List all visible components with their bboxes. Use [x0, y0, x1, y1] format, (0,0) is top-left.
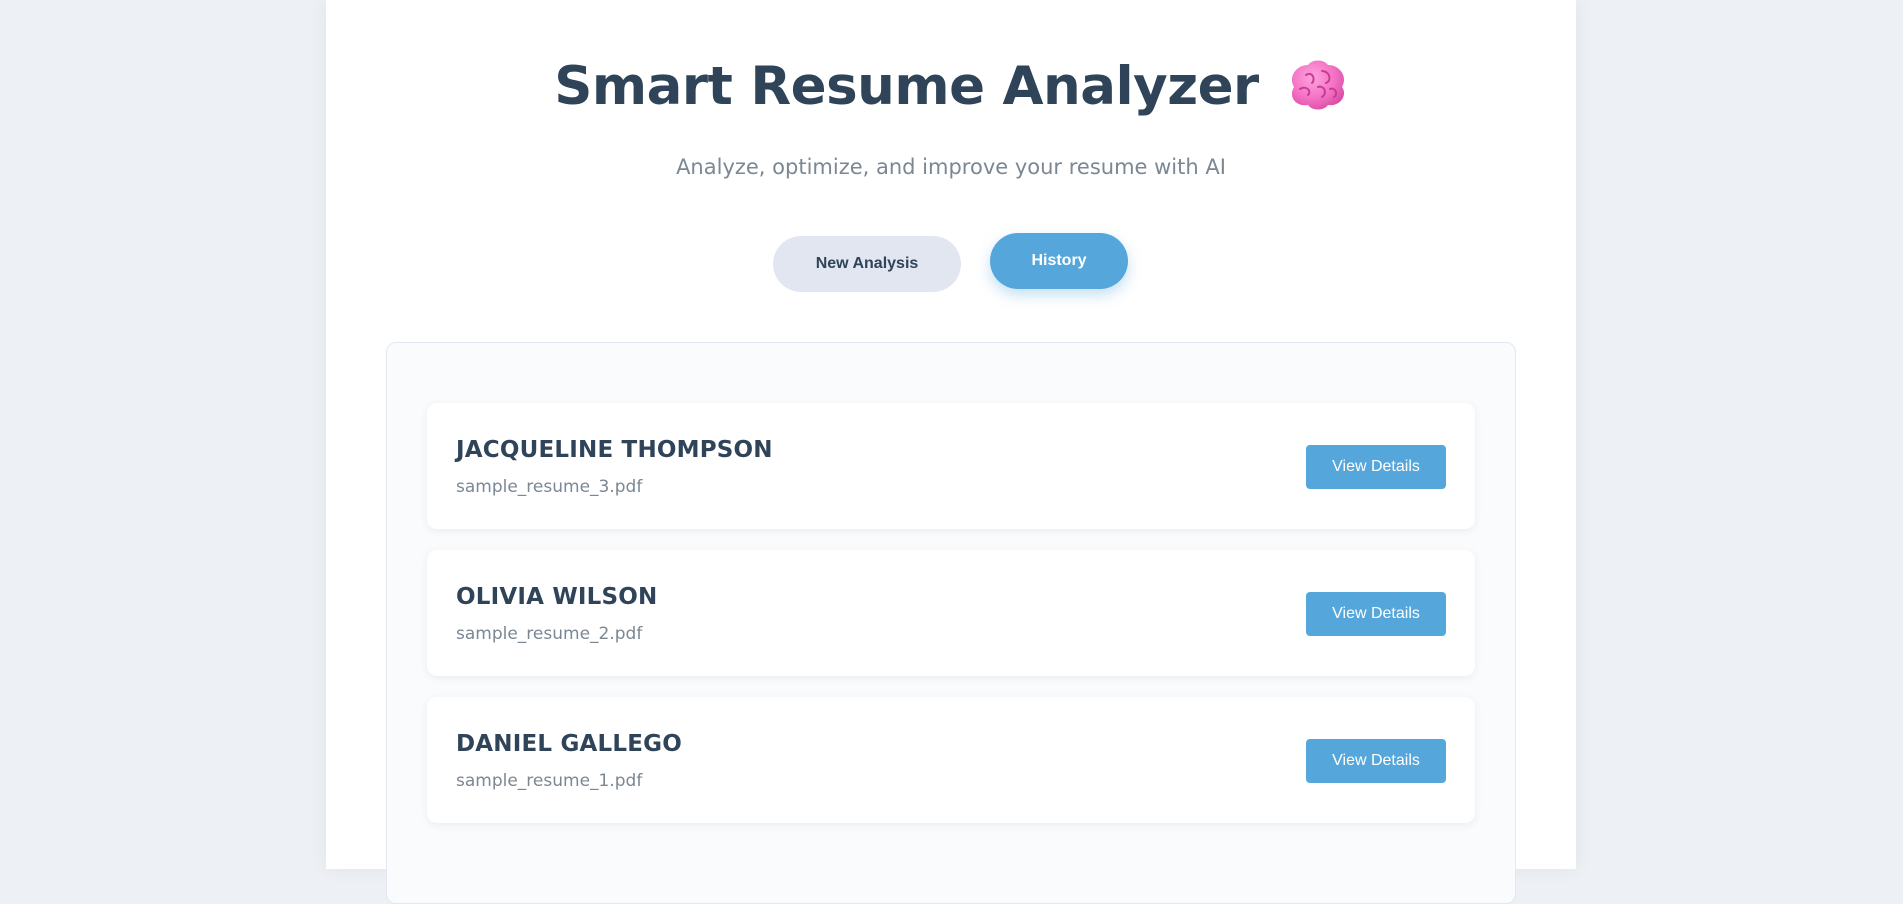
candidate-name: DANIEL GALLEGO [456, 731, 683, 757]
header: Smart Resume Analyzer [326, 52, 1576, 122]
main-container: Smart Resume Analyzer Analyze, optimize,… [326, 0, 1576, 904]
candidate-name: OLIVIA WILSON [456, 584, 658, 610]
resume-filename: sample_resume_3.pdf [456, 477, 643, 497]
candidate-name: JACQUELINE THOMPSON [456, 437, 773, 463]
page-title: Smart Resume Analyzer [554, 56, 1259, 117]
tab-new-analysis[interactable]: New Analysis [773, 236, 961, 292]
brain-icon [1286, 57, 1348, 113]
history-item: DANIEL GALLEGO sample_resume_1.pdf View … [427, 697, 1475, 823]
view-details-button[interactable]: View Details [1306, 592, 1446, 636]
tab-history[interactable]: History [990, 233, 1128, 289]
history-item: JACQUELINE THOMPSON sample_resume_3.pdf … [427, 403, 1475, 529]
view-details-button[interactable]: View Details [1306, 739, 1446, 783]
view-details-button[interactable]: View Details [1306, 445, 1446, 489]
history-panel: JACQUELINE THOMPSON sample_resume_3.pdf … [386, 342, 1516, 904]
history-item: OLIVIA WILSON sample_resume_2.pdf View D… [427, 550, 1475, 676]
tab-bar: New Analysis History [326, 233, 1576, 293]
page-subtitle: Analyze, optimize, and improve your resu… [676, 155, 1226, 179]
resume-filename: sample_resume_1.pdf [456, 771, 643, 791]
resume-filename: sample_resume_2.pdf [456, 624, 643, 644]
